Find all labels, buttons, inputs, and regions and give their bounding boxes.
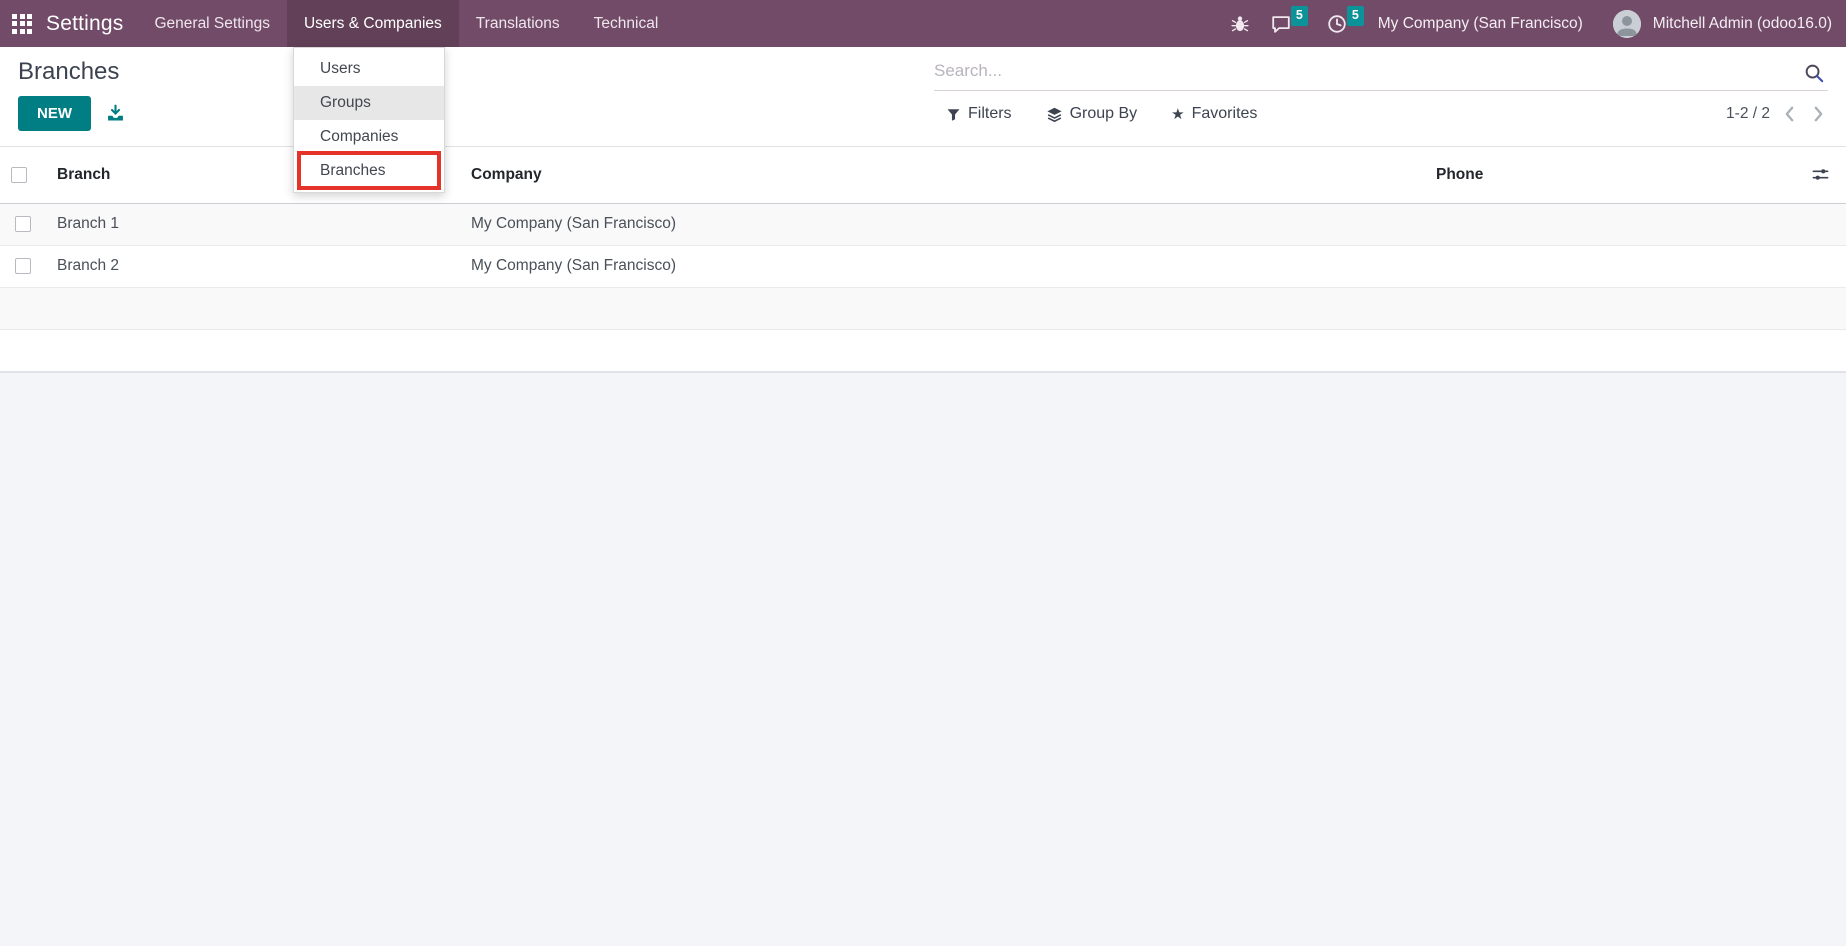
branches-list-table: Branch Company Phone Branch 1 My Company… xyxy=(0,147,1846,371)
messages-menu[interactable]: 5 xyxy=(1260,0,1308,47)
table-row[interactable]: Branch 1 My Company (San Francisco) xyxy=(0,202,1846,245)
empty-filler-row xyxy=(0,286,1846,329)
dropdown-item-companies[interactable]: Companies xyxy=(294,120,444,154)
control-panel: Branches NEW Search... Filters Group By … xyxy=(0,47,1846,147)
pager: 1-2 / 2 xyxy=(1726,105,1828,123)
filter-funnel-icon xyxy=(947,108,960,121)
bug-icon xyxy=(1231,15,1249,31)
user-menu[interactable]: Mitchell Admin (odoo16.0) xyxy=(1641,15,1846,33)
table-row[interactable]: Branch 2 My Company (San Francisco) xyxy=(0,244,1846,287)
pager-previous-icon[interactable] xyxy=(1780,106,1799,122)
optional-columns-icon[interactable] xyxy=(1811,165,1830,184)
column-header-phone[interactable]: Phone xyxy=(1425,147,1800,204)
layers-icon xyxy=(1046,107,1062,122)
menu-technical[interactable]: Technical xyxy=(577,0,676,47)
table-header-row: Branch Company Phone xyxy=(0,147,1846,204)
favorites-button[interactable]: ★ Favorites xyxy=(1171,105,1257,123)
menu-general-settings[interactable]: General Settings xyxy=(137,0,286,47)
export-download-icon[interactable] xyxy=(105,103,126,124)
pager-next-icon[interactable] xyxy=(1809,106,1828,122)
users-companies-dropdown: Users Groups Companies Branches xyxy=(293,47,445,193)
cell-phone[interactable] xyxy=(1425,244,1800,287)
cell-company[interactable]: My Company (San Francisco) xyxy=(460,244,1425,287)
company-switcher[interactable]: My Company (San Francisco) xyxy=(1366,15,1595,33)
apps-menu-button[interactable] xyxy=(0,0,44,47)
dropdown-item-groups[interactable]: Groups xyxy=(294,86,444,120)
search-bar xyxy=(934,61,1828,91)
person-icon xyxy=(1612,9,1641,38)
pager-value: 1-2 / 2 xyxy=(1726,105,1770,122)
clock-icon xyxy=(1328,14,1346,33)
new-button[interactable]: NEW xyxy=(18,96,91,131)
cell-branch[interactable]: Branch 2 xyxy=(46,244,460,287)
activities-menu[interactable]: 5 xyxy=(1316,0,1364,47)
empty-filler-row xyxy=(0,328,1846,371)
dropdown-item-users[interactable]: Users xyxy=(294,52,444,86)
search-input[interactable] xyxy=(934,61,1828,81)
menu-translations[interactable]: Translations xyxy=(459,0,577,47)
messages-count-badge: 5 xyxy=(1290,6,1308,26)
select-all-checkbox[interactable] xyxy=(11,166,27,183)
table-bottom-border xyxy=(0,371,1846,373)
activities-count-badge: 5 xyxy=(1346,6,1364,26)
column-header-company[interactable]: Company xyxy=(460,147,1425,204)
search-icon[interactable] xyxy=(1803,62,1826,90)
cell-phone[interactable] xyxy=(1425,202,1800,245)
current-app-name[interactable]: Settings xyxy=(44,12,137,36)
dropdown-item-branches[interactable]: Branches xyxy=(294,151,444,190)
group-by-button[interactable]: Group By xyxy=(1046,105,1137,123)
cell-company[interactable]: My Company (San Francisco) xyxy=(460,202,1425,245)
cell-branch[interactable]: Branch 1 xyxy=(46,202,460,245)
apps-grid-icon xyxy=(12,13,32,34)
menu-users-companies[interactable]: Users & Companies xyxy=(286,0,459,47)
user-avatar[interactable] xyxy=(1612,9,1641,38)
chat-bubble-icon xyxy=(1272,15,1290,33)
debug-bug-icon[interactable] xyxy=(1220,0,1260,47)
page-title: Branches xyxy=(18,58,120,85)
star-icon: ★ xyxy=(1171,105,1185,123)
row-checkbox[interactable] xyxy=(15,215,31,232)
row-checkbox[interactable] xyxy=(15,257,31,274)
filters-button[interactable]: Filters xyxy=(946,105,1012,123)
top-navbar: Settings General Settings Users & Compan… xyxy=(0,0,1846,47)
